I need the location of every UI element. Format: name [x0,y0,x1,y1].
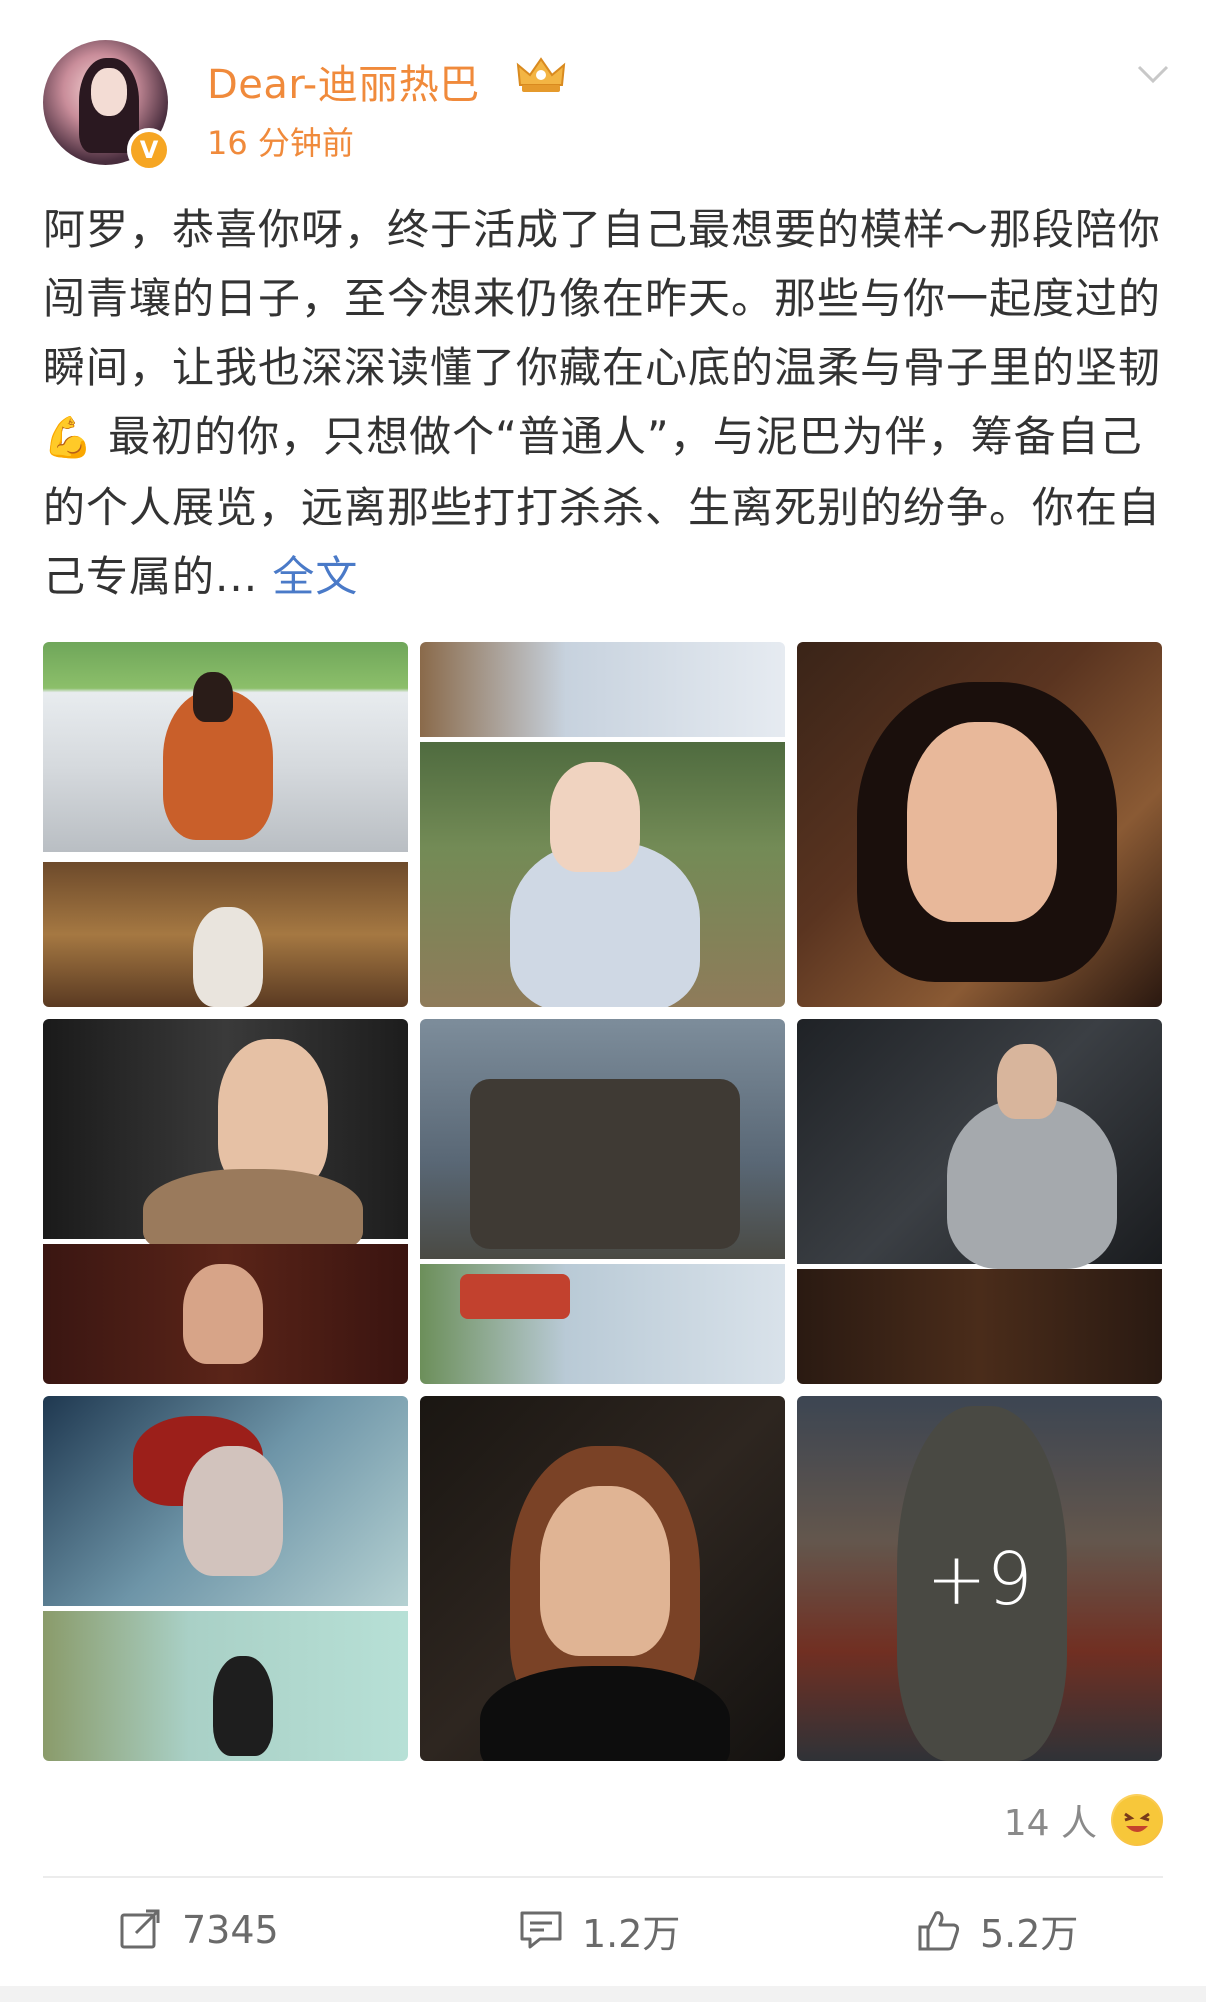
photo-6[interactable] [797,1019,1162,1384]
laughing-emoji-icon [1111,1794,1163,1846]
like-button[interactable]: 5.2万 [916,1890,1078,1970]
photo-5-group [470,1079,740,1249]
photo-7-figure [213,1656,273,1756]
more-images-count[interactable]: +9 [797,1396,1162,1761]
photo-7-face [183,1446,283,1576]
post-text-part-2: 最初的你，只想做个“普通人”，与泥巴为伴，筹备自己的个人展览，远离那些打打杀杀、… [43,412,1162,601]
flexed-biceps-emoji: 💪 [43,415,94,461]
photo-4[interactable] [43,1019,408,1384]
photo-1[interactable] [43,642,408,1007]
repost-button[interactable]: 7345 [118,1890,279,1970]
action-bar: 7345 1.2万 5.2万 [0,1890,1206,1990]
photo-9[interactable]: +9 [797,1396,1162,1761]
post-header: V Dear-迪丽热巴 16 分钟前 [0,0,1206,180]
bottom-strip [0,1986,1206,2002]
photo-7[interactable] [43,1396,408,1761]
photo-5-prop [460,1274,570,1319]
comment-icon [520,1911,562,1949]
comment-button[interactable]: 1.2万 [518,1890,680,1970]
avatar-face [91,68,127,116]
verified-badge: V [127,128,171,172]
photo-2-top [420,642,785,737]
reactions-summary[interactable]: 14 人 [1004,1790,1163,1850]
like-count: 5.2万 [980,1911,1079,1956]
chevron-down-icon[interactable] [1135,55,1171,91]
photo-2[interactable] [420,642,785,1007]
image-grid: +9 [43,642,1163,1762]
photo-6-head [997,1044,1057,1119]
comment-count: 1.2万 [582,1911,681,1956]
photo-8-body [480,1666,730,1761]
photo-1-head [193,672,233,722]
photo-1-figure-2 [193,907,263,1007]
photo-6-bottom [797,1269,1162,1384]
photo-4-face [218,1039,328,1189]
photo-3[interactable] [797,642,1162,1007]
thumbs-up-icon [918,1911,960,1951]
photo-8[interactable] [420,1396,785,1761]
photo-8-face [540,1486,670,1656]
repost-count: 7345 [182,1908,279,1952]
post-text: 阿罗，恭喜你呀，终于活成了自己最想要的模样～那段陪你闯青壤的日子，至今想来仍像在… [43,195,1163,611]
crown-icon[interactable] [514,55,568,95]
photo-2-head [550,762,640,872]
photo-4-face-2 [183,1264,263,1364]
post-text-part-1: 阿罗，恭喜你呀，终于活成了自己最想要的模样～那段陪你闯青壤的日子，至今想来仍像在… [43,205,1162,392]
reaction-count: 14 人 [1003,1803,1097,1844]
post-time: 16 分钟前 [207,124,354,162]
share-icon [120,1909,160,1949]
full-text-link[interactable]: 全文 [272,552,358,601]
photo-6-coat [947,1099,1117,1269]
photo-3-face [907,722,1057,922]
author-name[interactable]: Dear-迪丽热巴 [207,52,480,110]
photo-5[interactable] [420,1019,785,1384]
divider [43,1876,1163,1878]
